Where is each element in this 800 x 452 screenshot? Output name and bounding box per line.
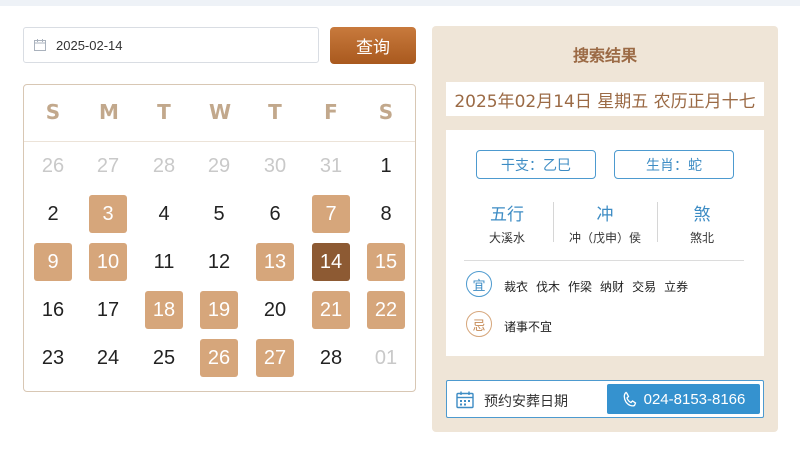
almanac-box: 干支：乙巳 生肖：蛇 五行 大溪水 冲 冲（戊申）侯 煞 煞北 宜 裁衣 伐木 作梁… xyxy=(446,130,764,356)
result-title: 搜索结果 xyxy=(572,46,637,65)
ganzhi-tag: 干支：乙巳 xyxy=(476,150,596,179)
calendar-small-icon xyxy=(34,39,46,51)
activity-item: 诸事不宜 xyxy=(504,320,553,334)
calendar-day[interactable]: 26 xyxy=(34,147,72,185)
calendar-day[interactable]: 20 xyxy=(256,291,294,329)
calendar-day[interactable]: 11 xyxy=(145,243,183,281)
calendar-day[interactable]: 27 xyxy=(256,339,294,377)
calendar-day[interactable]: 8 xyxy=(367,195,405,233)
calendar-day[interactable]: 9 xyxy=(34,243,72,281)
calendar-day[interactable]: 24 xyxy=(89,339,127,377)
calendar-day[interactable]: 7 xyxy=(312,195,350,233)
date-input-box[interactable] xyxy=(23,27,319,63)
calendar-day[interactable]: 27 xyxy=(89,147,127,185)
sha-stat: 煞 煞北 xyxy=(651,200,753,246)
calendar-day[interactable]: 3 xyxy=(89,195,127,233)
weekday-label: T xyxy=(268,100,282,124)
calendar-day[interactable]: 25 xyxy=(145,339,183,377)
calendar-day[interactable]: 13 xyxy=(256,243,294,281)
activity-item: 立券 xyxy=(664,280,689,294)
activity-item: 作梁 xyxy=(568,280,593,294)
calendar: SMTWTFS 26 27 28 29 30 31 1 2 3 4 5 6 7 8 9 10 11 12 13 14 1… xyxy=(23,84,416,392)
ji-list: 诸事不宜 xyxy=(504,318,560,335)
section-divider xyxy=(464,260,744,261)
wuxing-value: 大溪水 xyxy=(488,231,525,245)
calendar-day[interactable]: 26 xyxy=(200,339,238,377)
weekday-label: W xyxy=(208,100,232,124)
calendar-day[interactable]: 23 xyxy=(34,339,72,377)
calendar-icon xyxy=(456,391,474,409)
calendar-day[interactable]: 2 xyxy=(34,195,72,233)
activity-item: 交易 xyxy=(632,280,657,294)
calendar-day[interactable]: 19 xyxy=(200,291,238,329)
wuxing-stat: 五行 大溪水 xyxy=(456,200,558,246)
calendar-day[interactable]: 15 xyxy=(367,243,405,281)
weekday-label: S xyxy=(45,100,61,124)
booking-label: 预约安葬日期 xyxy=(484,394,568,410)
calendar-day[interactable]: 4 xyxy=(145,195,183,233)
calendar-day[interactable]: 18 xyxy=(145,291,183,329)
ji-badge: 忌 xyxy=(466,311,492,337)
query-button[interactable]: 查询 xyxy=(330,27,416,64)
chong-stat: 冲 冲（戊申）侯 xyxy=(554,200,656,246)
weekday-header: SMTWTFS xyxy=(24,85,415,142)
booking-bar[interactable]: 预约安葬日期 024-8153-8166 xyxy=(446,380,764,418)
calendar-day[interactable]: 1 xyxy=(367,147,405,185)
activity-item: 伐木 xyxy=(536,280,561,294)
wuxing-heading: 五行 xyxy=(490,205,524,225)
shengxiao-tag: 生肖：蛇 xyxy=(614,150,734,179)
calendar-day[interactable]: 29 xyxy=(200,147,238,185)
calendar-day[interactable]: 28 xyxy=(312,339,350,377)
chong-value: 冲（戊申）侯 xyxy=(568,231,641,245)
calendar-day[interactable]: 01 xyxy=(367,339,405,377)
calendar-day[interactable]: 21 xyxy=(312,291,350,329)
calendar-day[interactable]: 16 xyxy=(34,291,72,329)
calendar-day[interactable]: 12 xyxy=(200,243,238,281)
calendar-day[interactable]: 31 xyxy=(312,147,350,185)
weekday-label: T xyxy=(157,100,171,124)
activity-item: 裁衣 xyxy=(504,280,529,294)
result-date-line: 2025年02月14日 星期五 农历正月十七 xyxy=(446,82,764,116)
phone-number: 024-8153-8166 xyxy=(643,390,746,408)
calendar-day-selected[interactable]: 14 xyxy=(312,243,350,281)
calendar-day[interactable]: 6 xyxy=(256,195,294,233)
result-panel: 搜索结果 2025年02月14日 星期五 农历正月十七 干支：乙巳 生肖：蛇 五… xyxy=(432,26,778,432)
calendar-day[interactable]: 28 xyxy=(145,147,183,185)
yi-list: 裁衣 伐木 作梁 纳财 交易 立券 xyxy=(504,278,696,295)
calendar-day[interactable]: 5 xyxy=(200,195,238,233)
sha-heading: 煞 xyxy=(693,205,711,225)
activity-item: 纳财 xyxy=(600,280,625,294)
phone-button[interactable]: 024-8153-8166 xyxy=(607,384,760,414)
phone-icon xyxy=(623,391,636,407)
calendar-day[interactable]: 30 xyxy=(256,147,294,185)
chong-heading: 冲 xyxy=(596,205,614,225)
weekday-label: S xyxy=(378,100,394,124)
yi-badge: 宜 xyxy=(466,271,492,297)
top-strip xyxy=(0,0,800,6)
calendar-day[interactable]: 10 xyxy=(89,243,127,281)
weekday-label: F xyxy=(324,100,338,124)
weekday-label: M xyxy=(99,100,119,124)
date-input[interactable] xyxy=(54,36,298,54)
calendar-day[interactable]: 22 xyxy=(367,291,405,329)
calendar-day[interactable]: 17 xyxy=(89,291,127,329)
sha-value: 煞北 xyxy=(689,231,714,245)
